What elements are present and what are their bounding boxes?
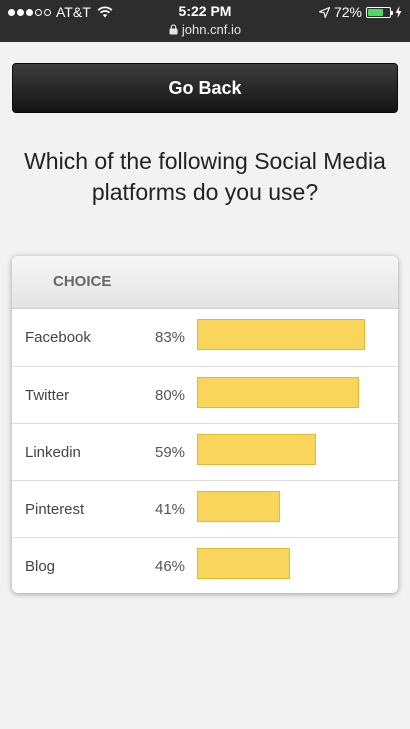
go-back-button[interactable]: Go Back <box>12 63 398 113</box>
result-bar <box>197 548 290 579</box>
result-row-pinterest: Pinterest 41% <box>12 480 398 537</box>
status-bar: AT&T 5:22 PM john.cnf.io 72% <box>0 0 410 42</box>
charging-bolt-icon <box>395 6 402 18</box>
choice-label: Twitter <box>25 387 70 404</box>
choice-label: Pinterest <box>25 501 85 518</box>
battery-percent: 72% <box>333 4 362 20</box>
bar-track <box>197 548 398 579</box>
battery-icon <box>366 6 393 18</box>
bar-track <box>197 377 398 408</box>
bar-track <box>197 434 398 465</box>
result-bar <box>197 377 359 408</box>
poll-question: Which of the following Social Media plat… <box>24 148 386 205</box>
choice-percent: 41% <box>155 501 186 518</box>
results-header: CHOICE <box>12 256 398 309</box>
results-card: CHOICE Facebook 83% Twitter 80% Linkedin… <box>12 256 398 593</box>
result-row-blog: Blog 46% <box>12 537 398 593</box>
choice-label: Blog <box>25 558 56 575</box>
url-text: john.cnf.io <box>181 22 242 37</box>
choice-label: Facebook <box>25 329 91 346</box>
choice-percent: 80% <box>155 387 186 404</box>
result-row-facebook: Facebook 83% <box>12 309 398 366</box>
battery-fill <box>368 8 383 16</box>
bar-track <box>197 319 398 350</box>
lock-icon <box>169 24 178 35</box>
url-bar[interactable]: john.cnf.io <box>0 22 410 37</box>
choice-column-header: CHOICE <box>53 273 112 290</box>
choice-percent: 59% <box>155 444 186 461</box>
status-right: 72% <box>318 3 402 21</box>
result-bar <box>197 319 365 350</box>
choice-percent: 83% <box>155 329 186 346</box>
result-row-linkedin: Linkedin 59% <box>12 423 398 480</box>
results-list: Facebook 83% Twitter 80% Linkedin 59% Pi… <box>12 309 398 593</box>
result-bar <box>197 491 280 522</box>
choice-percent: 46% <box>155 558 186 575</box>
result-row-twitter: Twitter 80% <box>12 366 398 423</box>
choice-label: Linkedin <box>25 444 81 461</box>
bar-track <box>197 491 398 522</box>
location-arrow-icon <box>318 6 330 18</box>
result-bar <box>197 434 316 465</box>
